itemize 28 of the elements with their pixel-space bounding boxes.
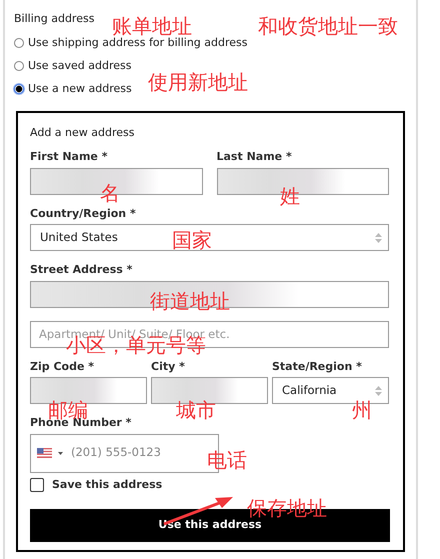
radio-label[interactable]: Use a new address bbox=[28, 80, 132, 98]
flag-icon bbox=[37, 448, 52, 458]
annotation-text: 名 bbox=[100, 183, 120, 203]
sort-icon bbox=[375, 386, 382, 396]
annotation-text: 城市 bbox=[176, 400, 216, 420]
radio-button[interactable] bbox=[14, 38, 24, 48]
annotation-text: 街道地址 bbox=[150, 291, 230, 311]
field-label: Country/Region * bbox=[30, 206, 137, 222]
radio-button[interactable] bbox=[14, 61, 24, 71]
checkbox-option[interactable]: Save this address bbox=[30, 476, 389, 493]
annotation-text: 姓 bbox=[280, 186, 300, 206]
field-label: Street Address * bbox=[30, 262, 134, 278]
field-label: State/Region * bbox=[272, 358, 363, 374]
sort-icon bbox=[375, 232, 382, 242]
section-title: Billing address bbox=[14, 11, 94, 27]
annotation-text: 使用新地址 bbox=[148, 72, 248, 92]
field-label: First Name * bbox=[30, 149, 108, 165]
radio-label[interactable]: Use saved address bbox=[28, 58, 132, 74]
field-label: Zip Code * bbox=[30, 358, 95, 374]
annotation-text: 和收货地址一致 bbox=[258, 16, 398, 36]
annotation-text: 国家 bbox=[172, 230, 212, 250]
card-title: Add a new address bbox=[30, 124, 134, 140]
radio-button[interactable] bbox=[14, 84, 24, 94]
radio-label[interactable]: Use shipping address for billing address bbox=[28, 34, 248, 52]
caret-icon bbox=[58, 452, 63, 454]
field-label: City * bbox=[151, 358, 186, 374]
annotation-text: 账单地址 bbox=[112, 16, 192, 36]
field-label: Last Name * bbox=[216, 149, 293, 165]
